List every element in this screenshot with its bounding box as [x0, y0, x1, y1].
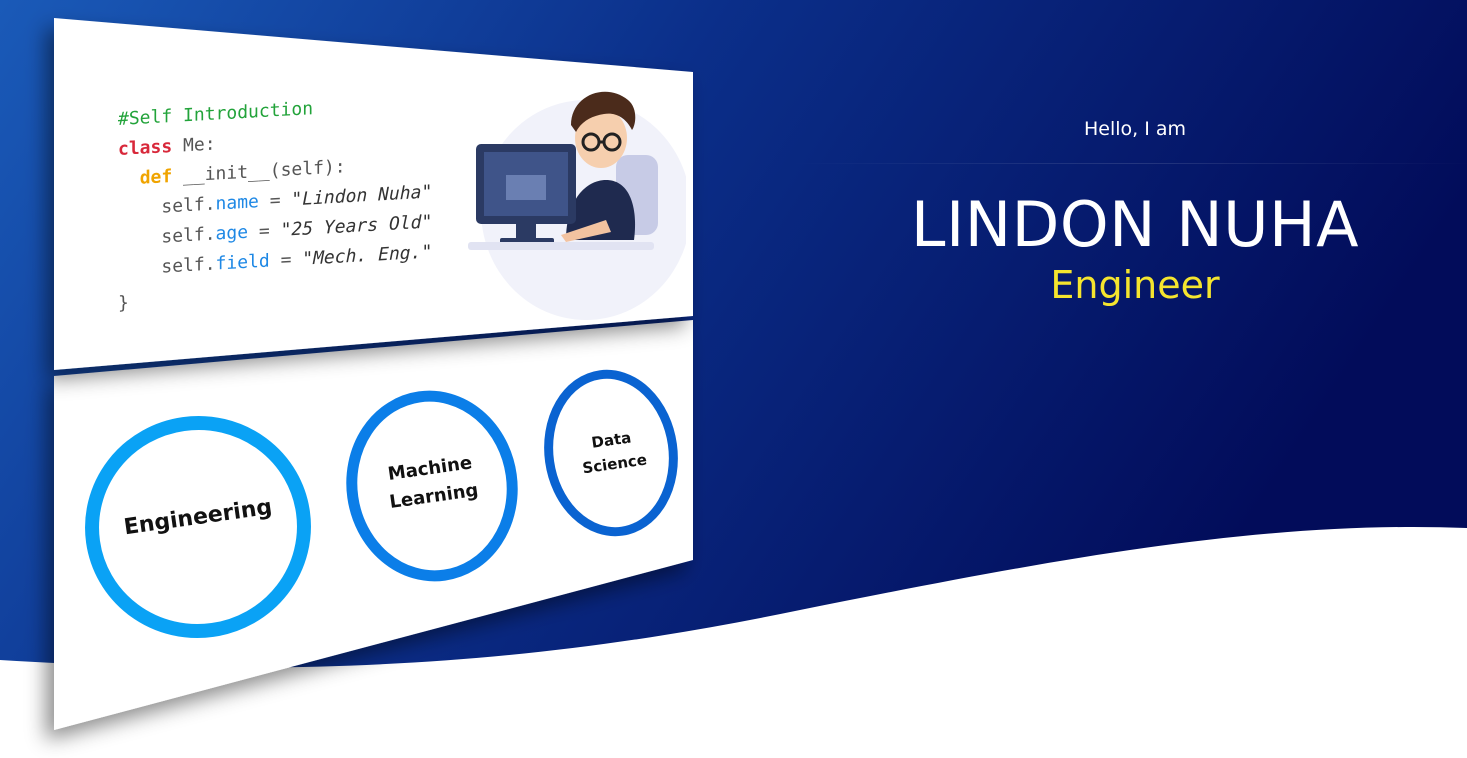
developer-avatar-illustration [468, 91, 686, 320]
code-class-keyword: class [118, 135, 173, 160]
person-role: Engineer [1050, 263, 1220, 307]
hero-section: #Self Introduction class Me: def __init_… [0, 0, 1467, 758]
code-snippet: #Self Introduction class Me: def __init_… [118, 87, 448, 319]
code-eq: = [258, 189, 292, 213]
code-self: self. [161, 193, 216, 218]
divider-line [790, 163, 1467, 164]
code-attr-field: field [215, 250, 270, 275]
code-value-field: "Mech. Eng." [302, 241, 433, 270]
code-self: self. [161, 253, 216, 278]
code-attr-age: age [215, 221, 249, 245]
code-class-name: Me: [172, 133, 216, 157]
code-comment: #Self Introduction [118, 98, 314, 130]
code-close-brace: } [118, 292, 129, 314]
greeting-text: Hello, I am [1083, 118, 1187, 140]
code-value-name: "Lindon Nuha" [291, 181, 433, 211]
code-init: __init__(self): [172, 156, 346, 187]
code-value-age: "25 Years Old" [280, 211, 433, 241]
code-eq: = [269, 248, 303, 272]
code-self: self. [161, 223, 216, 248]
person-name: LINDON NUHA [910, 188, 1360, 261]
code-attr-name: name [215, 191, 259, 215]
code-eq: = [248, 219, 281, 243]
code-def-keyword: def [139, 165, 173, 189]
